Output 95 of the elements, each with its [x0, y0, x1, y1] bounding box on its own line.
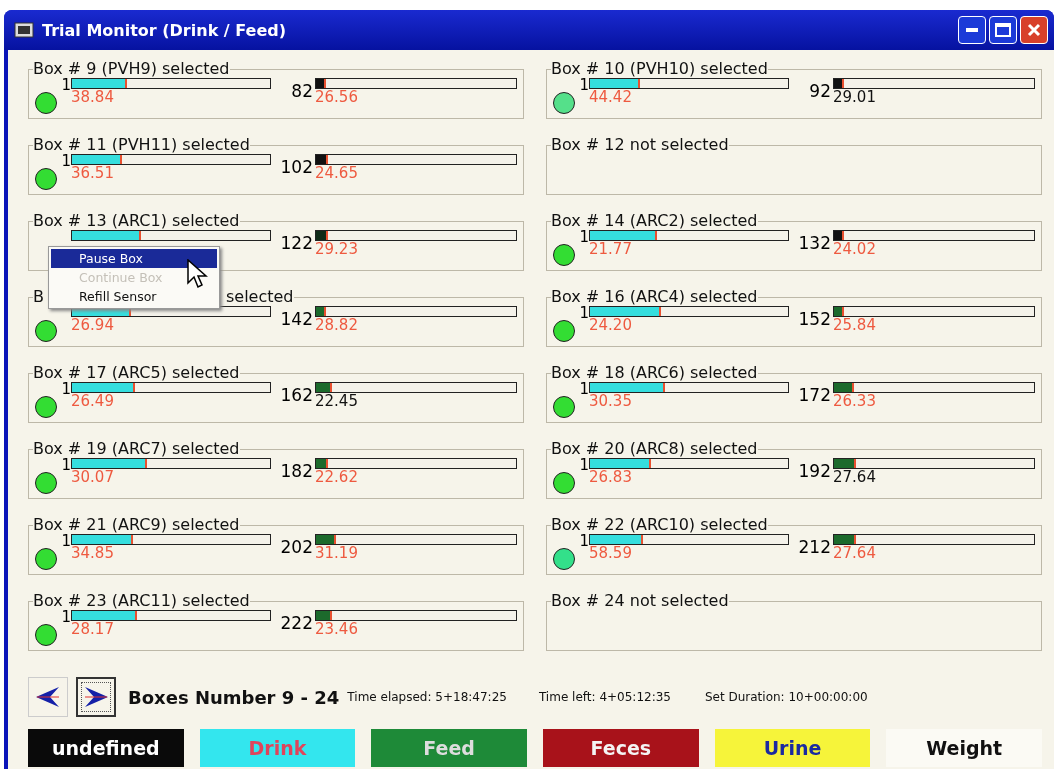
feed-reading: 26.56 [315, 89, 358, 106]
sensor-number: 202 [279, 536, 314, 557]
sensor-number: 182 [279, 460, 314, 481]
legend-item: undefined [28, 729, 184, 767]
box-title: Box # 18 (ARC6) selected [551, 363, 758, 382]
feed-reading: 26.33 [833, 393, 876, 410]
drink-reading: 44.42 [589, 89, 632, 106]
feed-reading: 24.02 [833, 241, 876, 258]
box-number: 1 [579, 380, 589, 398]
set-duration: Set Duration: 10+00:00:00 [704, 690, 868, 704]
time-left: Time left: 4+05:12:35 [538, 690, 671, 704]
feed-reading: 27.64 [833, 545, 876, 562]
maximize-button[interactable] [989, 16, 1017, 44]
legend-item: Feces [543, 729, 699, 767]
box-title: Box # 13 (ARC1) selected [33, 211, 240, 230]
box-number: 1 [61, 380, 71, 398]
feed-reading: 27.64 [833, 469, 876, 486]
minimize-button[interactable] [958, 16, 986, 44]
next-button[interactable] [76, 677, 116, 717]
box-title: Box # 23 (ARC11) selected [33, 591, 250, 610]
sensor-number: 82 [290, 80, 314, 101]
previous-button[interactable] [28, 677, 68, 717]
box-number: 1 [61, 456, 71, 474]
box-title: Box # 10 (PVH10) selected [551, 59, 768, 78]
drink-reading: 26.94 [71, 317, 114, 334]
box-title: Box # 11 (PVH11) selected [33, 135, 250, 154]
drink-reading: 30.35 [589, 393, 632, 410]
box-title: B [33, 287, 44, 306]
box-title: Box # 22 (ARC10) selected [551, 515, 768, 534]
box-range-label: Boxes Number 9 - 24 [128, 686, 340, 708]
legend-item: Weight [886, 729, 1042, 767]
drink-reading: 38.84 [71, 89, 114, 106]
sensor-number: 122 [279, 232, 314, 253]
maximize-icon [995, 23, 1011, 37]
arrow-right-icon [83, 686, 109, 708]
box-number: 1 [579, 456, 589, 474]
drink-reading: 58.59 [589, 545, 632, 562]
close-icon [1026, 22, 1042, 38]
box-number: 1 [579, 228, 589, 246]
sensor-number: 192 [797, 460, 832, 481]
box-number: 1 [579, 76, 589, 94]
drink-reading: 28.17 [71, 621, 114, 638]
box-title: selected [226, 287, 294, 306]
time-elapsed: Time elapsed: 5+18:47:25 [347, 690, 507, 704]
drink-reading: 21.77 [589, 241, 632, 258]
legend-item: Urine [714, 729, 871, 767]
drink-reading: 34.85 [71, 545, 114, 562]
box-number: 1 [61, 532, 71, 550]
feed-reading: 29.23 [315, 241, 358, 258]
cursor-icon [187, 259, 209, 289]
box-title: Box # 19 (ARC7) selected [33, 439, 240, 458]
feed-reading: 24.65 [315, 165, 358, 182]
menu-item[interactable]: Refill Sensor [51, 287, 217, 306]
sensor-number: 102 [279, 156, 314, 177]
feed-reading: 25.84 [833, 317, 876, 334]
sensor-number: 162 [279, 384, 314, 405]
window-title: Trial Monitor (Drink / Feed) [42, 20, 287, 40]
box-title: Box # 14 (ARC2) selected [551, 211, 758, 230]
box-title: Box # 12 not selected [551, 135, 729, 154]
box-title: Box # 9 (PVH9) selected [33, 59, 230, 78]
arrow-left-icon [35, 686, 61, 708]
sensor-number: 152 [797, 308, 832, 329]
minimize-icon [966, 28, 978, 32]
sensor-number: 142 [279, 308, 314, 329]
box-number: 1 [61, 152, 71, 170]
box-title: Box # 24 not selected [551, 591, 729, 610]
box-title: Box # 16 (ARC4) selected [551, 287, 758, 306]
feed-reading: 28.82 [315, 317, 358, 334]
drink-reading: 26.49 [71, 393, 114, 410]
feed-reading: 22.62 [315, 469, 358, 486]
box-title: Box # 17 (ARC5) selected [33, 363, 240, 382]
legend-item: Feed [371, 729, 527, 767]
feed-reading: 29.01 [833, 89, 876, 106]
drink-reading: 36.51 [71, 165, 114, 182]
sensor-number: 132 [797, 232, 832, 253]
box-number: 1 [61, 76, 71, 94]
box-title: Box # 20 (ARC8) selected [551, 439, 758, 458]
drink-reading: 24.20 [589, 317, 632, 334]
feed-reading: 22.45 [315, 393, 358, 410]
sensor-number: 212 [797, 536, 832, 557]
close-button[interactable] [1020, 16, 1048, 44]
drink-reading: 26.83 [589, 469, 632, 486]
box-number: 1 [579, 532, 589, 550]
window-icon [14, 22, 34, 38]
legend-item: Drink [199, 729, 356, 767]
box-number: 1 [579, 304, 589, 322]
sensor-number: 222 [279, 612, 314, 633]
box-title: Box # 21 (ARC9) selected [33, 515, 240, 534]
feed-reading: 23.46 [315, 621, 358, 638]
box-number: 1 [61, 608, 71, 626]
drink-reading: 30.07 [71, 469, 114, 486]
sensor-number: 172 [797, 384, 832, 405]
sensor-number: 92 [808, 80, 832, 101]
menu-item[interactable]: Pause Box [51, 249, 217, 268]
feed-reading: 31.19 [315, 545, 358, 562]
